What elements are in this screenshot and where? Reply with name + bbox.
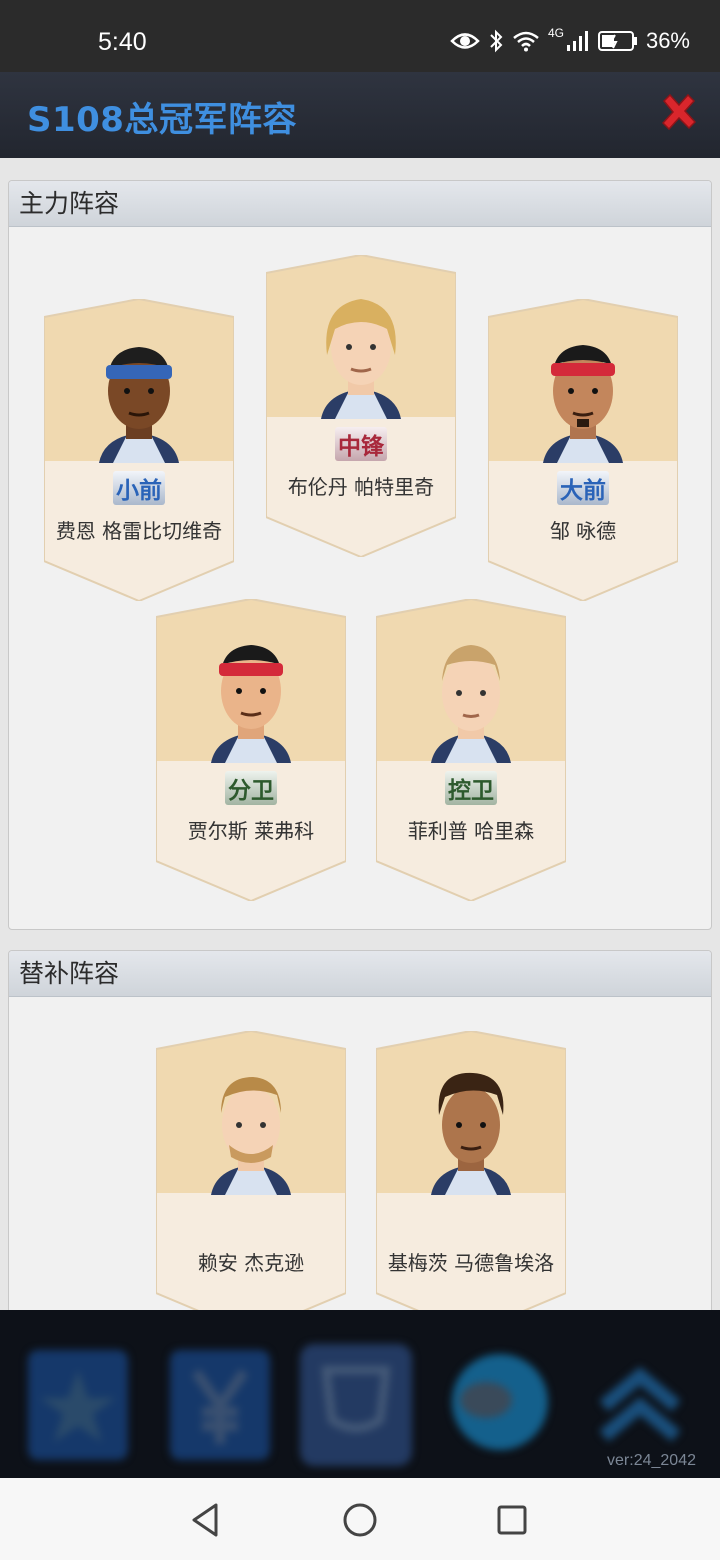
- player-position: 小前: [44, 471, 234, 505]
- game-bottom-nav: ver:24_2042: [0, 1310, 720, 1478]
- starters-panel: 主力阵容 小前 费恩 格雷比切维奇 中锋 布伦丹 帕特里奇 大前 邹 咏德 分卫…: [8, 180, 712, 930]
- player-name: 邹 咏德: [549, 519, 617, 543]
- player-avatar: [431, 645, 511, 763]
- player-card[interactable]: 大前 邹 咏德: [488, 299, 678, 601]
- player-avatar: [431, 1072, 511, 1195]
- trophy-icon[interactable]: [296, 1340, 416, 1470]
- recents-icon[interactable]: [492, 1500, 532, 1540]
- back-icon[interactable]: [186, 1500, 226, 1540]
- yen-icon[interactable]: [160, 1340, 280, 1470]
- status-icons: 4G 36%: [450, 26, 690, 54]
- player-avatar: [99, 347, 179, 463]
- battery-percent: 36%: [645, 28, 690, 53]
- status-time: 5:40: [98, 28, 147, 56]
- network-type: 4G: [547, 26, 564, 40]
- player-name: 基梅茨 马德鲁埃洛: [387, 1251, 555, 1275]
- bench-panel: 替补阵容 赖安 杰克逊 基梅茨 马德鲁埃洛: [8, 950, 712, 1310]
- player-card[interactable]: 中锋 布伦丹 帕特里奇: [266, 255, 456, 557]
- player-avatar: [211, 645, 291, 763]
- player-name: 费恩 格雷比切维奇: [55, 519, 223, 543]
- starters-heading: 主力阵容: [9, 181, 711, 227]
- player-position: 分卫: [156, 771, 346, 805]
- status-bar: 5:40 4G 36%: [0, 0, 720, 72]
- chevron-up-icon[interactable]: [580, 1340, 700, 1470]
- player-name: 赖安 杰克逊: [197, 1251, 305, 1275]
- player-card[interactable]: 赖安 杰克逊: [156, 1031, 346, 1310]
- close-button[interactable]: [658, 92, 700, 134]
- player-name: 贾尔斯 莱弗科: [187, 819, 315, 843]
- star-icon[interactable]: [18, 1340, 138, 1470]
- lineup-content[interactable]: 主力阵容 小前 费恩 格雷比切维奇 中锋 布伦丹 帕特里奇 大前 邹 咏德 分卫…: [0, 158, 720, 1310]
- player-avatar: [211, 1077, 291, 1195]
- player-card[interactable]: 小前 费恩 格雷比切维奇: [44, 299, 234, 601]
- wifi-icon: [513, 31, 539, 52]
- player-card[interactable]: 基梅茨 马德鲁埃洛: [376, 1031, 566, 1310]
- player-position: 控卫: [376, 771, 566, 805]
- bench-heading: 替补阵容: [9, 951, 711, 997]
- system-nav-bar: [0, 1478, 720, 1560]
- player-avatar: [543, 345, 623, 463]
- player-position: 中锋: [266, 427, 456, 461]
- version-label: ver:24_2042: [607, 1452, 696, 1469]
- dialog-header: S108总冠军阵容: [0, 72, 720, 158]
- player-name: 布伦丹 帕特里奇: [287, 475, 435, 499]
- player-card[interactable]: 分卫 贾尔斯 莱弗科: [156, 599, 346, 901]
- player-card[interactable]: 控卫 菲利普 哈里森: [376, 599, 566, 901]
- signal-icon: [566, 31, 588, 51]
- player-name: 菲利普 哈里森: [407, 819, 535, 843]
- bluetooth-icon: [490, 29, 503, 53]
- page-title: S108总冠军阵容: [27, 100, 297, 140]
- eye-icon: [450, 33, 480, 49]
- battery-icon: [597, 31, 637, 51]
- chat-icon[interactable]: [440, 1340, 560, 1470]
- player-position: 大前: [488, 471, 678, 505]
- player-avatar: [321, 299, 401, 419]
- home-icon[interactable]: [340, 1500, 380, 1540]
